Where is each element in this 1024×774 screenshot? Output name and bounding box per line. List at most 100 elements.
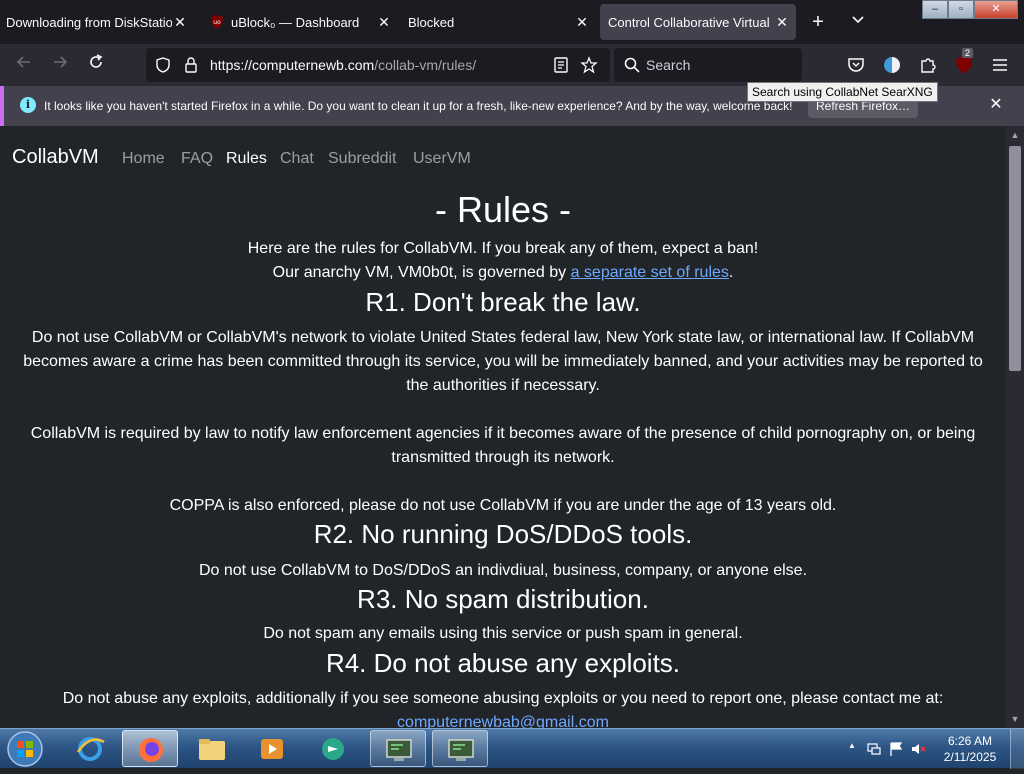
clock[interactable]: 6:26 AM 2/11/2025 bbox=[938, 733, 1002, 765]
window-controls: – ▫ ✕ bbox=[922, 0, 1018, 20]
arrow-right-icon bbox=[54, 56, 68, 68]
extensions-puzzle-icon[interactable] bbox=[918, 55, 938, 75]
internet-explorer-icon bbox=[76, 737, 105, 761]
close-icon[interactable]: ✕ bbox=[986, 95, 1006, 115]
list-all-tabs-button[interactable] bbox=[846, 10, 870, 34]
taskbar-firefox[interactable] bbox=[122, 730, 178, 767]
close-icon[interactable]: ✕ bbox=[774, 14, 790, 30]
tab-blocked[interactable]: Blocked ✕ bbox=[408, 0, 596, 44]
reload-button[interactable] bbox=[84, 53, 108, 77]
reload-icon bbox=[90, 54, 103, 68]
minimize-button[interactable]: – bbox=[922, 0, 948, 19]
windows-taskbar: ▲ 6:26 AM 2/11/2025 bbox=[0, 728, 1024, 769]
tab-ublock[interactable]: uo uBlock₀ — Dashboard ✕ bbox=[210, 0, 398, 44]
nav-link-home[interactable]: Home bbox=[122, 150, 165, 168]
rule-text: COPPA is also enforced, please do not us… bbox=[169, 497, 837, 514]
notification-text: It looks like you haven't started Firefo… bbox=[44, 99, 793, 113]
start-button[interactable] bbox=[2, 729, 48, 769]
navigation-toolbar: https://computernewb.com/collab-vm/rules… bbox=[0, 44, 1024, 86]
messenger-icon bbox=[322, 738, 344, 760]
nav-link-subreddit[interactable]: Subreddit bbox=[328, 150, 397, 168]
nav-link-chat[interactable]: Chat bbox=[280, 150, 314, 168]
ublock-icon: uo bbox=[211, 15, 223, 29]
rule-text: CollabVM is required by law to notify la… bbox=[30, 425, 976, 466]
forward-button[interactable] bbox=[48, 53, 72, 77]
ublock-icon bbox=[956, 56, 972, 74]
info-icon: i bbox=[20, 97, 36, 113]
ublock-toolbar-button[interactable]: 2 bbox=[954, 48, 974, 75]
url-bar[interactable]: https://computernewb.com/collab-vm/rules… bbox=[146, 48, 610, 82]
star-icon[interactable] bbox=[580, 56, 598, 74]
arrow-left-icon bbox=[16, 56, 30, 68]
email-link[interactable]: computernewbab@gmail.com bbox=[397, 714, 609, 728]
tab-bar: Downloading from DiskStation ✕ uo uBlock… bbox=[0, 0, 1024, 44]
nav-link-uservm[interactable]: UserVM bbox=[413, 150, 471, 168]
intro-prefix: Our anarchy VM, VM0b0t, is governed by bbox=[272, 264, 571, 281]
tab-label: Blocked bbox=[408, 14, 455, 30]
close-icon[interactable]: ✕ bbox=[172, 14, 188, 30]
rule-text: Do not abuse any exploits, additionally … bbox=[62, 690, 944, 707]
rule-heading-r2: R2. No running DoS/DDoS tools. bbox=[313, 519, 693, 549]
monitor-icon bbox=[448, 739, 474, 761]
scroll-down-arrow[interactable]: ▼ bbox=[1006, 710, 1024, 728]
search-tooltip: Search using CollabNet SearXNG bbox=[747, 82, 938, 102]
url-host: https://computernewb.com bbox=[210, 57, 375, 73]
url-path: /collab-vm/rules/ bbox=[374, 57, 477, 73]
svg-text:uo: uo bbox=[213, 19, 221, 26]
tab-collabvm-rules[interactable]: Control Collaborative Virtual M ✕ bbox=[600, 4, 796, 40]
taskbar-file-explorer[interactable] bbox=[184, 730, 240, 767]
url-text[interactable]: https://computernewb.com/collab-vm/rules… bbox=[210, 57, 476, 73]
taskbar-media-player[interactable] bbox=[244, 730, 300, 767]
taskbar-app[interactable] bbox=[306, 730, 362, 767]
scroll-up-arrow[interactable]: ▲ bbox=[1006, 126, 1024, 144]
lock-icon[interactable] bbox=[182, 56, 200, 74]
taskbar-internet-explorer[interactable] bbox=[62, 730, 118, 767]
site-brand[interactable]: CollabVM bbox=[12, 146, 99, 169]
rule-text: Do not spam any emails using this servic… bbox=[263, 625, 743, 642]
scroll-thumb[interactable] bbox=[1009, 146, 1021, 371]
rule-text: Do not use CollabVM or CollabVM's networ… bbox=[23, 329, 983, 394]
volume-muted-icon[interactable] bbox=[910, 741, 926, 757]
search-input[interactable]: Search bbox=[646, 57, 690, 73]
close-icon[interactable]: ✕ bbox=[574, 14, 590, 30]
rule-heading-r1: R1. Don't break the law. bbox=[365, 287, 641, 317]
separate-rules-link[interactable]: a separate set of rules bbox=[571, 264, 729, 281]
tab-label: Downloading from DiskStation bbox=[6, 14, 172, 30]
back-button[interactable] bbox=[12, 53, 36, 77]
vertical-scrollbar[interactable]: ▲ ▼ bbox=[1006, 126, 1024, 728]
flag-icon[interactable] bbox=[888, 741, 904, 757]
search-bar[interactable]: Search bbox=[614, 48, 802, 82]
rule-heading-r4: R4. Do not abuse any exploits. bbox=[325, 648, 681, 678]
close-window-button[interactable]: ✕ bbox=[974, 0, 1018, 19]
taskbar-terminal-2[interactable] bbox=[432, 730, 488, 767]
show-hidden-icons-icon[interactable]: ▲ bbox=[844, 741, 860, 757]
clock-date: 2/11/2025 bbox=[943, 750, 997, 764]
pocket-icon[interactable] bbox=[846, 55, 866, 75]
intro-text: Here are the rules for CollabVM. If you … bbox=[247, 240, 759, 257]
reader-view-icon[interactable] bbox=[552, 56, 570, 74]
nav-link-faq[interactable]: FAQ bbox=[181, 150, 213, 168]
tab-label: Control Collaborative Virtual M bbox=[608, 14, 770, 30]
windows-logo-icon bbox=[7, 731, 43, 767]
tab-diskstation[interactable]: Downloading from DiskStation ✕ bbox=[6, 0, 194, 44]
show-desktop-button[interactable] bbox=[1010, 729, 1024, 769]
dark-reader-icon[interactable] bbox=[882, 55, 902, 75]
page-title: - Rules - bbox=[434, 189, 572, 230]
close-icon[interactable]: ✕ bbox=[376, 14, 392, 30]
system-tray: ▲ 6:26 AM 2/11/2025 bbox=[834, 729, 1024, 769]
rule-heading-r3: R3. No spam distribution. bbox=[357, 584, 649, 614]
search-icon bbox=[624, 57, 640, 73]
intro-text-anarchy: Our anarchy VM, VM0b0t, is governed by a… bbox=[16, 261, 990, 285]
site-navbar: CollabVM Home FAQ Rules Chat Subreddit U… bbox=[0, 140, 1006, 176]
shield-icon[interactable] bbox=[154, 56, 172, 74]
maximize-button[interactable]: ▫ bbox=[948, 0, 974, 19]
new-tab-button[interactable]: + bbox=[806, 10, 830, 34]
network-icon[interactable] bbox=[866, 741, 882, 757]
taskbar-terminal-1[interactable] bbox=[370, 730, 426, 767]
hamburger-menu-icon[interactable] bbox=[990, 55, 1010, 75]
nav-link-rules[interactable]: Rules bbox=[226, 150, 267, 168]
tab-label: uBlock₀ — Dashboard bbox=[231, 14, 360, 30]
folder-icon bbox=[199, 739, 225, 760]
rule-text: Do not use CollabVM to DoS/DDoS an indiv… bbox=[198, 562, 808, 579]
page-viewport: CollabVM Home FAQ Rules Chat Subreddit U… bbox=[0, 126, 1006, 728]
